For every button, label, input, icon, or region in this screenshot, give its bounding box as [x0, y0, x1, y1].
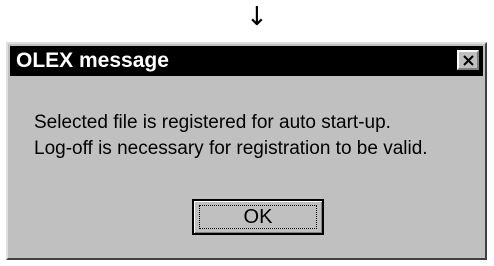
message-line-1: Selected file is registered for auto sta… [34, 112, 391, 133]
ok-button-label: OK [243, 206, 273, 228]
dialog-message: Selected file is registered for auto sta… [34, 110, 428, 162]
ok-button[interactable]: OK [192, 199, 324, 235]
down-arrow-icon: ↓ [246, 2, 268, 32]
message-dialog: OLEX message Selected file is registered… [6, 42, 487, 260]
close-button[interactable] [457, 50, 479, 70]
dialog-title: OLEX message [16, 49, 169, 72]
message-line-2: Log-off is necessary for registration to… [34, 138, 428, 159]
close-icon [463, 55, 474, 66]
title-bar[interactable]: OLEX message [10, 46, 483, 76]
